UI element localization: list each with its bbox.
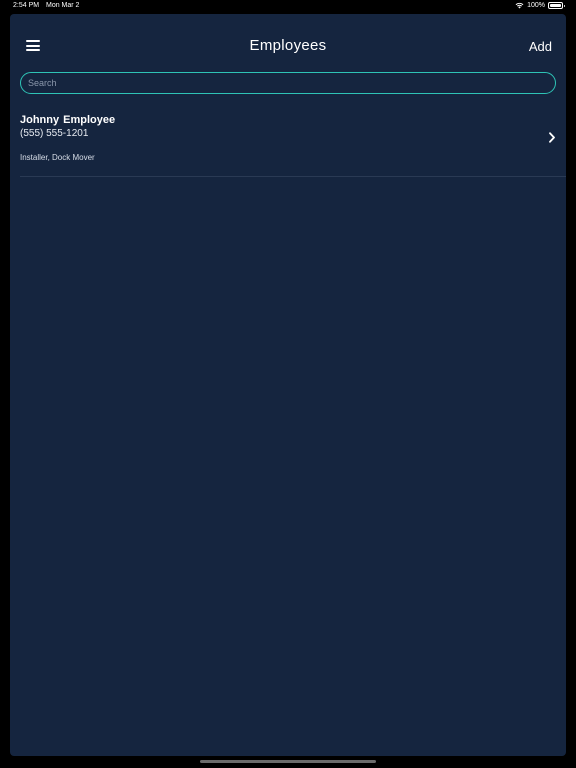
employee-roles: Installer, Dock Mover <box>20 153 95 162</box>
status-bar: 2:54 PM Mon Mar 2 100% <box>0 0 576 12</box>
employee-name: Johnny Employee <box>20 114 116 126</box>
navigation-bar: Employees Add <box>10 14 566 70</box>
page-title: Employees <box>249 37 327 54</box>
status-indicators: 100% <box>515 2 565 9</box>
battery-icon <box>548 2 565 9</box>
list-item[interactable]: Johnny Employee (555) 555-1201 Installer… <box>20 112 566 177</box>
status-time: 2:54 PM <box>13 2 40 9</box>
home-indicator[interactable] <box>200 760 376 763</box>
add-employee-button[interactable]: Add <box>529 39 552 54</box>
battery-percent: 100% <box>527 2 545 9</box>
chevron-right-icon <box>549 132 555 143</box>
status-date: Mon Mar 2 <box>46 2 80 9</box>
app-window: Employees Add Johnny Employee (555) 555-… <box>10 14 566 756</box>
wifi-icon <box>515 2 524 9</box>
search-input[interactable] <box>20 72 556 94</box>
employee-phone: (555) 555-1201 <box>20 128 89 139</box>
battery-level <box>550 4 561 7</box>
